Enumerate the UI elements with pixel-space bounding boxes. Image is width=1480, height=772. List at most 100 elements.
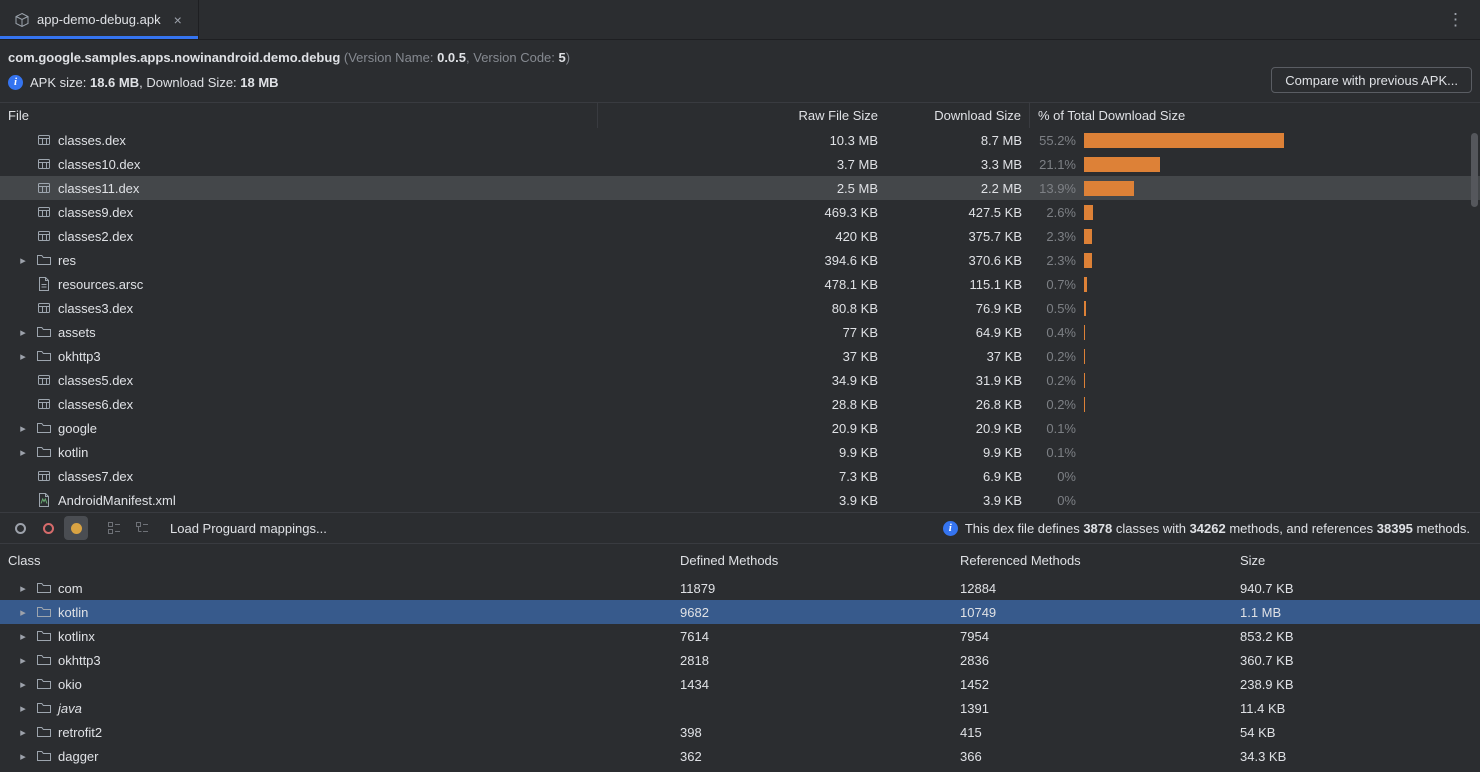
file-table-row[interactable]: ▸ assets 77 KB 64.9 KB 0.4%	[0, 320, 1480, 344]
percent-of-download: 0%	[1030, 493, 1076, 508]
class-table-row[interactable]: ▸ okio 1434 1452 238.9 KB	[0, 672, 1480, 696]
class-count: 3878	[1083, 521, 1112, 536]
column-header-raw-size[interactable]: Raw File Size	[598, 103, 886, 128]
column-header-size[interactable]: Size	[1232, 553, 1480, 568]
class-table-row[interactable]: ▸ okhttp3 2818 2836 360.7 KB	[0, 648, 1480, 672]
file-name: kotlin	[56, 445, 88, 460]
file-table-row[interactable]: classes2.dex 420 KB 375.7 KB 2.3%	[0, 224, 1480, 248]
folder-icon	[36, 628, 52, 644]
file-table-row[interactable]: ▸ google 20.9 KB 20.9 KB 0.1%	[0, 416, 1480, 440]
class-size: 360.7 KB	[1232, 653, 1480, 668]
class-table-row[interactable]: ▸ retrofit2 398 415 54 KB	[0, 720, 1480, 744]
dex-file-icon	[36, 396, 52, 412]
show-methods-icon[interactable]	[36, 516, 60, 540]
chevron-right-icon[interactable]: ▸	[14, 630, 32, 643]
file-table-row[interactable]: classes6.dex 28.8 KB 26.8 KB 0.2%	[0, 392, 1480, 416]
tab-close-icon[interactable]: ×	[172, 11, 184, 29]
percent-bar	[1084, 277, 1087, 292]
class-size: 34.3 KB	[1232, 749, 1480, 764]
column-header-class[interactable]: Class	[0, 553, 672, 568]
file-table-row[interactable]: ▸ res 394.6 KB 370.6 KB 2.3%	[0, 248, 1480, 272]
chevron-right-icon[interactable]: ▸	[14, 750, 32, 763]
referenced-methods: 12884	[952, 581, 1232, 596]
chevron-right-icon[interactable]: ▸	[14, 702, 32, 715]
percent-of-download: 21.1%	[1030, 157, 1076, 172]
defined-methods: 398	[672, 725, 952, 740]
more-options-icon[interactable]: ⋮	[1431, 10, 1480, 30]
file-table-row[interactable]: classes7.dex 7.3 KB 6.9 KB 0%	[0, 464, 1480, 488]
download-size: 375.7 KB	[886, 229, 1030, 244]
tab-apk-analyzer[interactable]: app-demo-debug.apk ×	[0, 0, 199, 39]
file-table-row[interactable]: classes10.dex 3.7 MB 3.3 MB 21.1%	[0, 152, 1480, 176]
class-size: 853.2 KB	[1232, 629, 1480, 644]
vertical-scrollbar[interactable]	[1471, 133, 1478, 207]
class-table-row[interactable]: ▸ dagger 362 366 34.3 KB	[0, 744, 1480, 768]
percent-of-download: 0.2%	[1030, 349, 1076, 364]
method-count: 34262	[1190, 521, 1226, 536]
chevron-right-icon[interactable]: ▸	[14, 446, 32, 459]
class-table-row[interactable]: ▸ kotlinx 7614 7954 853.2 KB	[0, 624, 1480, 648]
download-size: 6.9 KB	[886, 469, 1030, 484]
file-table-row[interactable]: classes3.dex 80.8 KB 76.9 KB 0.5%	[0, 296, 1480, 320]
chevron-right-icon[interactable]: ▸	[14, 678, 32, 691]
apk-file-icon	[14, 12, 30, 28]
chevron-right-icon[interactable]: ▸	[14, 254, 32, 267]
percent-of-download: 0.1%	[1030, 445, 1076, 460]
raw-file-size: 3.7 MB	[598, 157, 886, 172]
dex-file-icon	[36, 132, 52, 148]
file-table-row[interactable]: ▸ okhttp3 37 KB 37 KB 0.2%	[0, 344, 1480, 368]
expand-all-icon[interactable]	[102, 516, 126, 540]
apk-analyzer-window: app-demo-debug.apk × ⋮ com.google.sample…	[0, 0, 1480, 772]
raw-file-size: 7.3 KB	[598, 469, 886, 484]
column-header-file[interactable]: File	[0, 103, 598, 128]
file-table-row[interactable]: classes9.dex 469.3 KB 427.5 KB 2.6%	[0, 200, 1480, 224]
file-table-row[interactable]: resources.arsc 478.1 KB 115.1 KB 0.7%	[0, 272, 1480, 296]
percent-bar	[1084, 301, 1086, 316]
download-size: 3.9 KB	[886, 493, 1030, 508]
percent-bar	[1084, 325, 1085, 340]
file-table-row[interactable]: classes5.dex 34.9 KB 31.9 KB 0.2%	[0, 368, 1480, 392]
percent-of-download: 2.6%	[1030, 205, 1076, 220]
percent-of-download: 0.7%	[1030, 277, 1076, 292]
chevron-right-icon[interactable]: ▸	[14, 726, 32, 739]
chevron-right-icon[interactable]: ▸	[14, 422, 32, 435]
column-header-download-size[interactable]: Download Size	[886, 103, 1030, 128]
file-table-row[interactable]: classes11.dex 2.5 MB 2.2 MB 13.9%	[0, 176, 1480, 200]
raw-file-size: 420 KB	[598, 229, 886, 244]
dex-file-icon	[36, 228, 52, 244]
compare-apk-button[interactable]: Compare with previous APK...	[1271, 67, 1472, 93]
show-referenced-icon[interactable]	[64, 516, 88, 540]
percent-bar	[1084, 229, 1092, 244]
file-table-row[interactable]: classes.dex 10.3 MB 8.7 MB 55.2%	[0, 128, 1480, 152]
class-size: 11.4 KB	[1232, 701, 1480, 716]
download-size: 26.8 KB	[886, 397, 1030, 412]
class-table: Class Defined Methods Referenced Methods…	[0, 544, 1480, 772]
class-table-row[interactable]: ▸ com 11879 12884 940.7 KB	[0, 576, 1480, 600]
class-table-row[interactable]: ▸ kotlin 9682 10749 1.1 MB	[0, 600, 1480, 624]
defined-methods: 362	[672, 749, 952, 764]
chevron-right-icon[interactable]: ▸	[14, 654, 32, 667]
class-size: 1.1 MB	[1232, 605, 1480, 620]
dex-info-message: i This dex file defines 3878 classes wit…	[943, 521, 1472, 536]
class-table-row[interactable]: ▸ java 1391 11.4 KB	[0, 696, 1480, 720]
chevron-right-icon[interactable]: ▸	[14, 350, 32, 363]
download-size-value: 18 MB	[240, 75, 278, 90]
load-proguard-mappings-link[interactable]: Load Proguard mappings...	[170, 521, 327, 536]
class-name: kotlin	[56, 605, 88, 620]
chevron-right-icon[interactable]: ▸	[14, 606, 32, 619]
column-header-percent[interactable]: % of Total Download Size	[1030, 103, 1480, 128]
class-size: 238.9 KB	[1232, 677, 1480, 692]
folder-icon	[36, 700, 52, 716]
column-header-defined-methods[interactable]: Defined Methods	[672, 553, 952, 568]
referenced-methods: 1452	[952, 677, 1232, 692]
chevron-right-icon[interactable]: ▸	[14, 326, 32, 339]
collapse-all-icon[interactable]	[130, 516, 154, 540]
show-fields-icon[interactable]	[8, 516, 32, 540]
apk-size-value: 18.6 MB	[90, 75, 139, 90]
file-table-row[interactable]: ▸ kotlin 9.9 KB 9.9 KB 0.1%	[0, 440, 1480, 464]
reference-count: 38395	[1377, 521, 1413, 536]
chevron-right-icon[interactable]: ▸	[14, 582, 32, 595]
raw-file-size: 469.3 KB	[598, 205, 886, 220]
file-table-row[interactable]: AndroidManifest.xml 3.9 KB 3.9 KB 0%	[0, 488, 1480, 512]
column-header-referenced-methods[interactable]: Referenced Methods	[952, 553, 1232, 568]
